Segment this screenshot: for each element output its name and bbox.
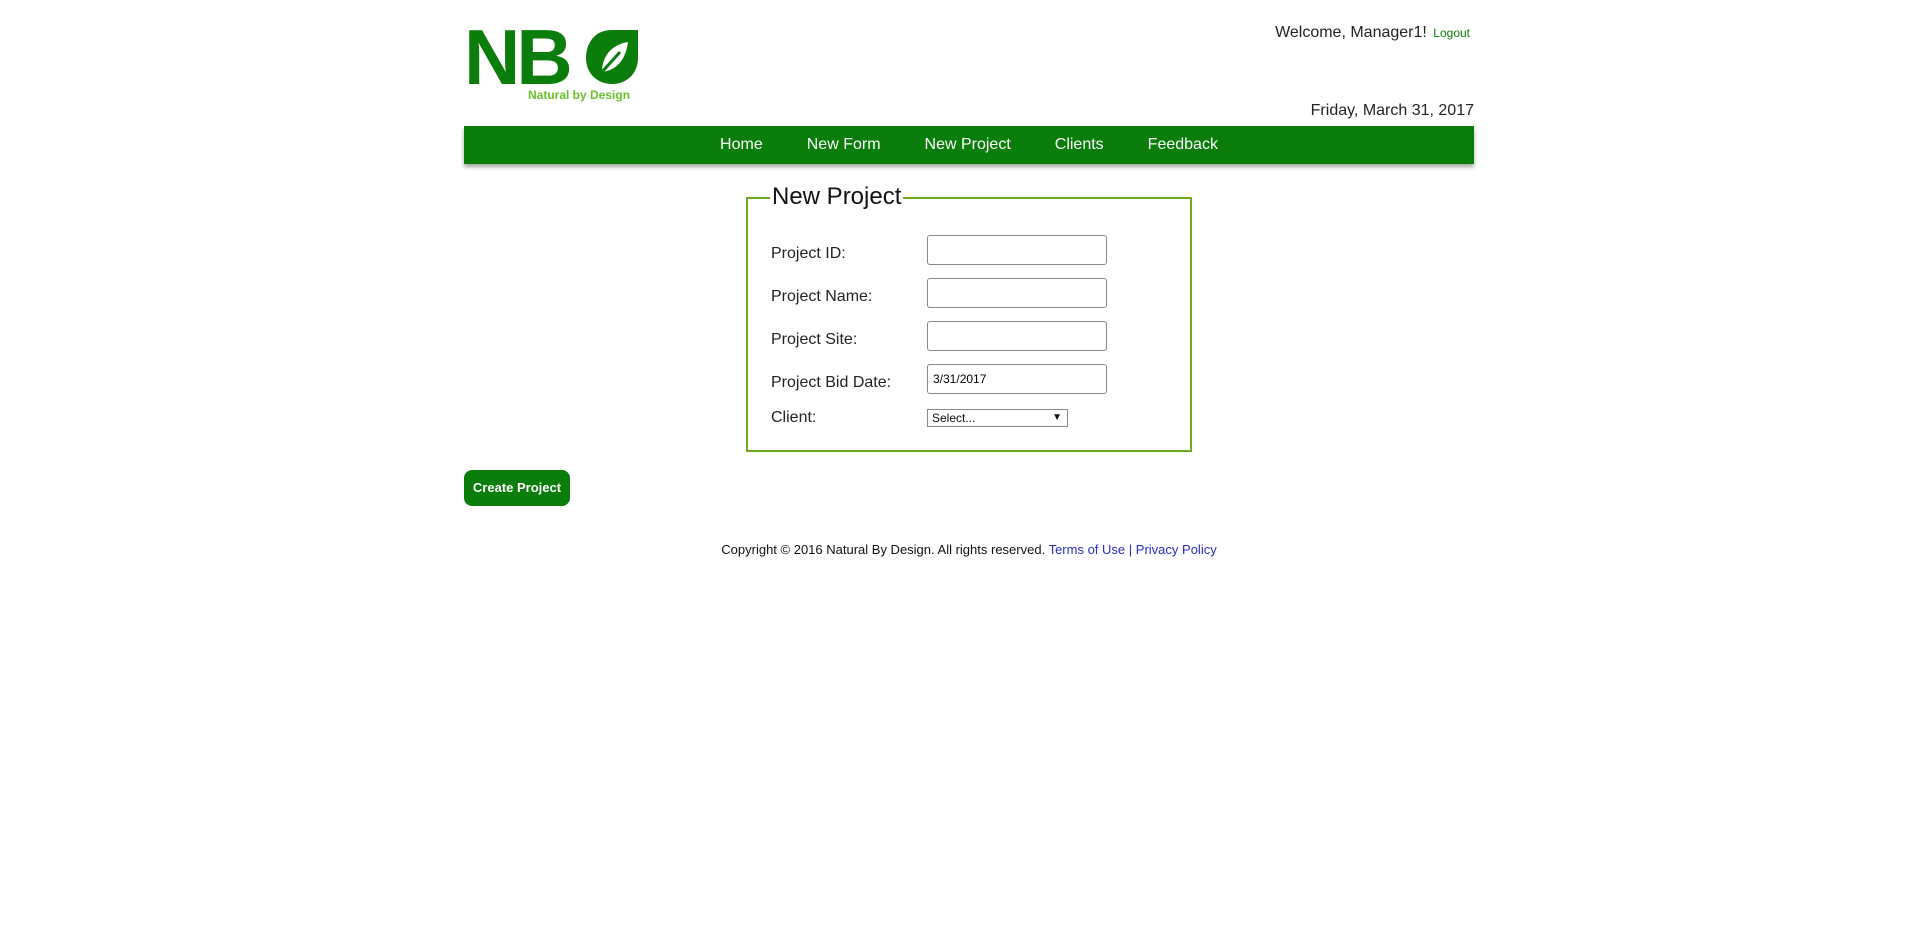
project-name-row: Project Name:	[771, 278, 1171, 308]
client-row: Client: Select... ▼	[771, 409, 1171, 439]
nav-item-new-form[interactable]: New Form	[785, 126, 903, 164]
nav-item-feedback[interactable]: Feedback	[1126, 126, 1240, 164]
nav-item-clients[interactable]: Clients	[1033, 126, 1126, 164]
project-name-label: Project Name:	[771, 288, 873, 305]
project-bid-date-row: Project Bid Date:	[771, 364, 1171, 394]
footer: Copyright © 2016 Natural By Design. All …	[464, 542, 1474, 557]
create-project-button[interactable]: Create Project	[464, 470, 570, 506]
leaf-logo-icon	[586, 30, 638, 84]
dropdown-arrow-icon: ▼	[1052, 412, 1062, 423]
project-id-label: Project ID:	[771, 245, 846, 262]
project-bid-date-input[interactable]	[927, 364, 1107, 394]
nav-item-home[interactable]: Home	[698, 126, 785, 164]
project-id-input[interactable]	[927, 235, 1107, 265]
current-date: Friday, March 31, 2017	[1310, 102, 1474, 119]
logo-tagline: Natural by Design	[528, 88, 631, 102]
privacy-policy-link[interactable]: Privacy Policy	[1136, 542, 1217, 557]
main-container: NB Natural by Design Welcome, Manager1! …	[464, 0, 1474, 557]
client-select[interactable]: Select... ▼	[927, 409, 1068, 427]
new-project-fieldset: New Project Project ID: Project Name: Pr…	[746, 184, 1192, 452]
welcome-area: Welcome, Manager1! Logout	[1275, 24, 1470, 42]
client-label: Client:	[771, 409, 817, 426]
page: NB Natural by Design Welcome, Manager1! …	[0, 0, 1920, 935]
terms-of-use-link[interactable]: Terms of Use	[1049, 542, 1126, 557]
nav-item-new-project[interactable]: New Project	[903, 126, 1033, 164]
fieldset-legend: New Project	[770, 183, 904, 210]
project-site-row: Project Site:	[771, 321, 1171, 351]
project-site-input[interactable]	[927, 321, 1107, 351]
project-id-row: Project ID:	[771, 235, 1171, 265]
copyright-text: Copyright © 2016 Natural By Design. All …	[721, 542, 1046, 557]
welcome-text: Welcome, Manager1!	[1275, 24, 1427, 41]
footer-separator: |	[1128, 542, 1133, 557]
logo-letters: NB	[464, 13, 573, 101]
project-site-label: Project Site:	[771, 331, 858, 348]
client-select-value: Select...	[932, 411, 976, 425]
logout-link[interactable]: Logout	[1433, 26, 1470, 40]
project-bid-date-label: Project Bid Date:	[771, 374, 892, 391]
nbd-logo[interactable]: NB Natural by Design	[464, 13, 644, 104]
header: NB Natural by Design Welcome, Manager1! …	[464, 0, 1474, 126]
project-name-input[interactable]	[927, 278, 1107, 308]
main-nav: Home New Form New Project Clients Feedba…	[464, 126, 1474, 164]
